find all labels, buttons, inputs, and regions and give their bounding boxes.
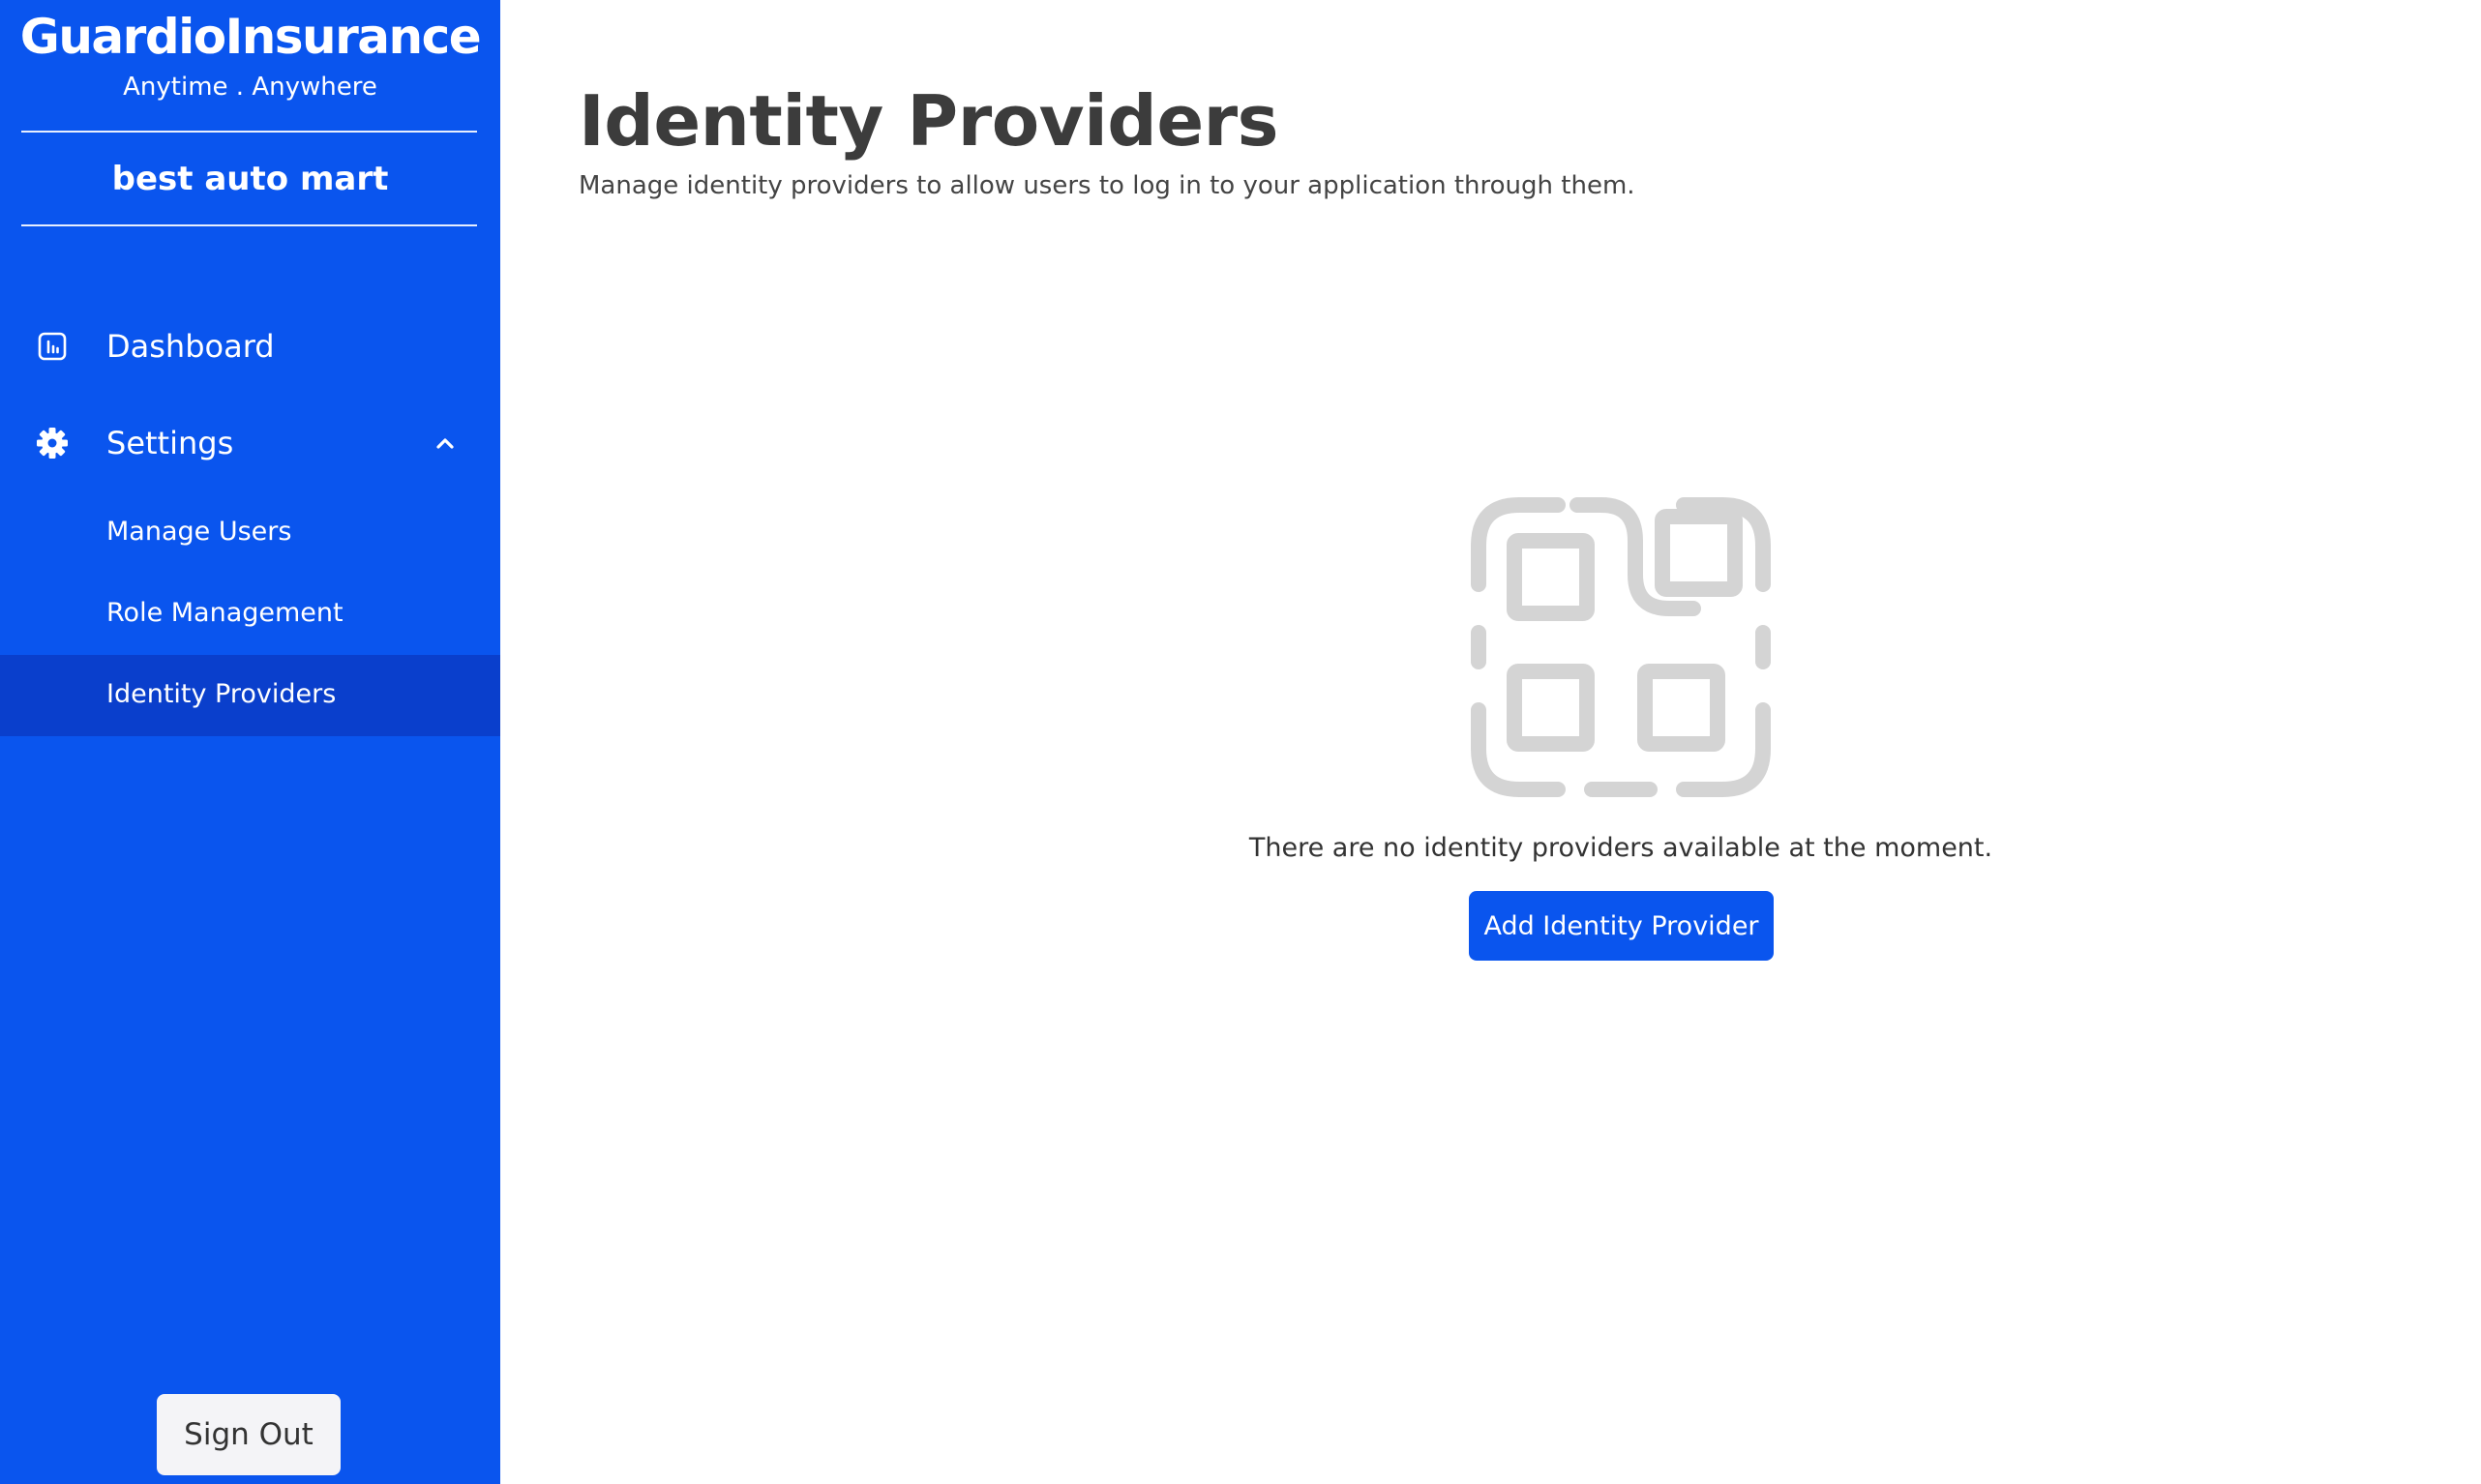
qr-code-scan-icon: [1471, 497, 1771, 797]
sidebar-item-settings[interactable]: Settings: [0, 404, 500, 482]
page-title: Identity Providers: [579, 80, 1279, 162]
sidebar-item-label: Settings: [106, 425, 234, 461]
sidebar-subitem-label: Identity Providers: [106, 679, 337, 709]
sidebar-subitem-label: Role Management: [106, 598, 344, 628]
brand-tagline: Anytime . Anywhere: [123, 73, 377, 102]
sign-out-button[interactable]: Sign Out: [157, 1394, 341, 1475]
gear-icon: [36, 427, 69, 460]
brand-name: GuardioInsurance: [19, 9, 482, 65]
bar-chart-icon: [36, 330, 69, 363]
sidebar-subitem-label: Manage Users: [106, 517, 292, 547]
app-root: GuardioInsurance Anytime . Anywhere best…: [0, 0, 2481, 1484]
sidebar-subitem-identity-providers[interactable]: Identity Providers: [0, 655, 500, 736]
empty-state-message: There are no identity providers availabl…: [1248, 833, 1993, 863]
sidebar-item-label: Dashboard: [106, 328, 275, 365]
chevron-up-icon[interactable]: [433, 430, 458, 456]
page-subtitle: Manage identity providers to allow users…: [579, 171, 1635, 200]
sidebar-divider: [21, 131, 477, 133]
sidebar-divider: [21, 224, 477, 226]
sidebar-subitem-manage-users[interactable]: Manage Users: [0, 492, 500, 574]
sidebar: GuardioInsurance Anytime . Anywhere best…: [0, 0, 500, 1484]
sidebar-subitem-role-management[interactable]: Role Management: [0, 574, 500, 655]
organization-name: best auto mart: [111, 160, 389, 198]
add-identity-provider-button[interactable]: Add Identity Provider: [1469, 891, 1774, 961]
sidebar-item-dashboard[interactable]: Dashboard: [0, 308, 500, 385]
